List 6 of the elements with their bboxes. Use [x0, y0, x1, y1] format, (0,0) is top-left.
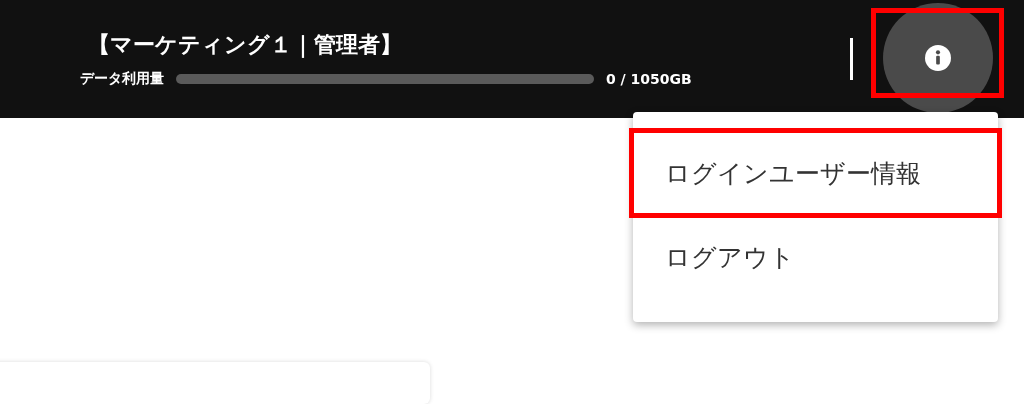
usage-reading: 0 / 1050GB: [606, 71, 692, 87]
info-icon: [924, 45, 951, 71]
header-title: 【マーケティング１｜管理者】: [88, 31, 403, 60]
menu-item[interactable]: ログアウト: [633, 216, 998, 298]
usage-label: データ利用量: [80, 70, 164, 88]
menu-item[interactable]: ログインユーザー情報: [631, 130, 1000, 216]
